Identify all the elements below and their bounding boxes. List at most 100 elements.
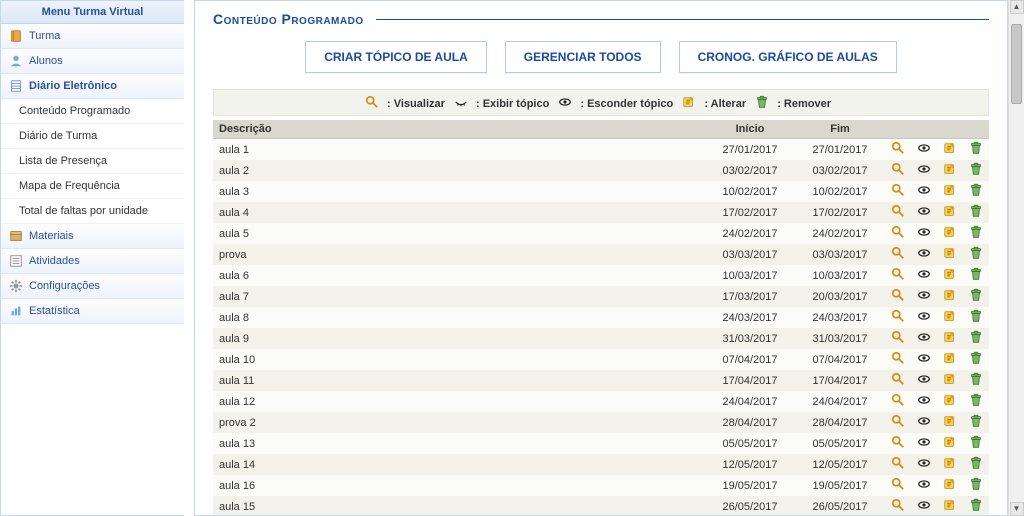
sidebar-subitem-mapa-de-frequ-ncia[interactable]: Mapa de Frequência — [1, 174, 184, 199]
sidebar-subitem-conte-do-programado[interactable]: Conteúdo Programado — [1, 99, 184, 124]
alterar-icon[interactable] — [943, 351, 957, 365]
remover-icon[interactable] — [969, 204, 983, 218]
visualizar-icon[interactable] — [891, 267, 905, 281]
cell-fim: 24/04/2017 — [795, 391, 885, 412]
visualizar-icon[interactable] — [891, 204, 905, 218]
alterar-icon[interactable] — [943, 477, 957, 491]
table-row: aula 931/03/201731/03/2017 — [213, 328, 989, 349]
chart-icon — [9, 304, 23, 318]
alterar-icon[interactable] — [943, 372, 957, 386]
alterar-icon[interactable] — [943, 183, 957, 197]
visualizar-icon[interactable] — [891, 330, 905, 344]
scroll-down-arrow-icon[interactable]: ▼ — [1010, 502, 1024, 516]
scroll-track[interactable] — [1009, 14, 1024, 502]
esconder-icon[interactable] — [917, 246, 931, 260]
esconder-icon[interactable] — [917, 267, 931, 281]
cell-descricao: aula 11 — [213, 370, 705, 391]
remover-icon[interactable] — [969, 141, 983, 155]
esconder-icon[interactable] — [917, 330, 931, 344]
remover-icon[interactable] — [969, 351, 983, 365]
remover-icon[interactable] — [969, 267, 983, 281]
alterar-icon[interactable] — [943, 393, 957, 407]
remover-icon[interactable] — [969, 309, 983, 323]
esconder-icon[interactable] — [917, 393, 931, 407]
remover-icon[interactable] — [969, 225, 983, 239]
visualizar-icon[interactable] — [891, 351, 905, 365]
alterar-icon[interactable] — [943, 141, 957, 155]
esconder-icon[interactable] — [917, 288, 931, 302]
criar-topico-button[interactable]: CRIAR TÓPICO DE AULA — [305, 41, 487, 73]
scroll-thumb[interactable] — [1011, 24, 1022, 104]
esconder-icon[interactable] — [917, 498, 931, 512]
visualizar-icon[interactable] — [891, 183, 905, 197]
esconder-icon[interactable] — [917, 162, 931, 176]
scroll-up-arrow-icon[interactable]: ▲ — [1010, 0, 1024, 14]
visualizar-icon[interactable] — [891, 309, 905, 323]
sidebar-item-materiais[interactable]: Materiais — [1, 224, 184, 249]
visualizar-icon[interactable] — [891, 498, 905, 512]
visualizar-icon[interactable] — [891, 456, 905, 470]
remover-icon[interactable] — [969, 498, 983, 512]
esconder-icon[interactable] — [917, 183, 931, 197]
remover-icon[interactable] — [969, 456, 983, 470]
esconder-icon[interactable] — [917, 141, 931, 155]
remover-icon[interactable] — [969, 162, 983, 176]
alterar-icon[interactable] — [943, 498, 957, 512]
alterar-icon[interactable] — [943, 162, 957, 176]
remover-icon[interactable] — [969, 477, 983, 491]
sidebar-subitem-lista-de-presen-a[interactable]: Lista de Presença — [1, 149, 184, 174]
sidebar-item-alunos[interactable]: Alunos — [1, 49, 184, 74]
remover-icon[interactable] — [969, 246, 983, 260]
alterar-icon[interactable] — [943, 309, 957, 323]
alterar-icon[interactable] — [943, 435, 957, 449]
visualizar-icon[interactable] — [891, 288, 905, 302]
visualizar-icon[interactable] — [891, 225, 905, 239]
alterar-icon[interactable] — [943, 456, 957, 470]
sidebar-item-turma[interactable]: Turma — [1, 24, 184, 49]
esconder-icon[interactable] — [917, 435, 931, 449]
esconder-icon[interactable] — [917, 351, 931, 365]
sidebar-item-di-rio-eletr-nico[interactable]: Diário Eletrônico — [1, 74, 184, 99]
esconder-icon[interactable] — [917, 477, 931, 491]
esconder-icon[interactable] — [917, 204, 931, 218]
remover-icon[interactable] — [969, 393, 983, 407]
esconder-icon[interactable] — [917, 372, 931, 386]
visualizar-icon[interactable] — [891, 246, 905, 260]
cell-fim: 26/05/2017 — [795, 496, 885, 516]
alterar-icon[interactable] — [943, 225, 957, 239]
alterar-icon[interactable] — [943, 204, 957, 218]
cell-descricao: aula 4 — [213, 202, 705, 223]
alterar-icon[interactable] — [943, 330, 957, 344]
sidebar-subitem-total-de-faltas-por-unidade[interactable]: Total de faltas por unidade — [1, 199, 184, 224]
remover-icon[interactable] — [969, 372, 983, 386]
magnifier-icon — [365, 95, 379, 109]
esconder-icon[interactable] — [917, 456, 931, 470]
visualizar-icon[interactable] — [891, 477, 905, 491]
remover-icon[interactable] — [969, 330, 983, 344]
alterar-icon[interactable] — [943, 288, 957, 302]
esconder-icon[interactable] — [917, 225, 931, 239]
visualizar-icon[interactable] — [891, 372, 905, 386]
sidebar-item-estat-stica[interactable]: Estatística — [1, 299, 184, 324]
alterar-icon[interactable] — [943, 267, 957, 281]
visualizar-icon[interactable] — [891, 141, 905, 155]
cell-fim: 17/04/2017 — [795, 370, 885, 391]
visualizar-icon[interactable] — [891, 393, 905, 407]
sidebar-item-atividades[interactable]: Atividades — [1, 249, 184, 274]
esconder-icon[interactable] — [917, 309, 931, 323]
gerenciar-todos-button[interactable]: GERENCIAR TODOS — [505, 41, 661, 73]
visualizar-icon[interactable] — [891, 435, 905, 449]
visualizar-icon[interactable] — [891, 414, 905, 428]
alterar-icon[interactable] — [943, 414, 957, 428]
visualizar-icon[interactable] — [891, 162, 905, 176]
remover-icon[interactable] — [969, 288, 983, 302]
sidebar-subitem-di-rio-de-turma[interactable]: Diário de Turma — [1, 124, 184, 149]
cronog-grafico-button[interactable]: CRONOG. GRÁFICO DE AULAS — [679, 41, 897, 73]
sidebar-item-configura-es[interactable]: Configurações — [1, 274, 184, 299]
esconder-icon[interactable] — [917, 414, 931, 428]
remover-icon[interactable] — [969, 435, 983, 449]
vertical-scrollbar[interactable]: ▲ ▼ — [1008, 0, 1024, 516]
alterar-icon[interactable] — [943, 246, 957, 260]
remover-icon[interactable] — [969, 414, 983, 428]
remover-icon[interactable] — [969, 183, 983, 197]
